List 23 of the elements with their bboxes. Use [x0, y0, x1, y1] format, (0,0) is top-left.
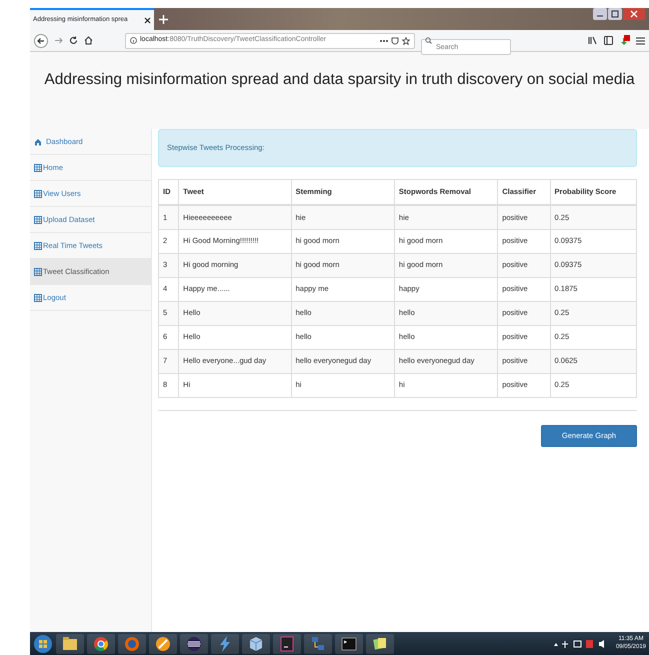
home-icon — [34, 138, 42, 146]
grid-icon — [34, 242, 42, 250]
sidebar-icon[interactable] — [604, 36, 613, 45]
back-icon[interactable] — [34, 34, 48, 48]
download-icon[interactable] — [619, 35, 630, 46]
reload-icon[interactable] — [69, 36, 78, 45]
plus-icon[interactable] — [159, 15, 168, 24]
star-icon[interactable] — [402, 36, 410, 44]
library-icon[interactable] — [588, 36, 598, 45]
home-icon[interactable] — [84, 36, 93, 45]
page-title: Addressing misinformation spread and data sparsity in truth discovery on social media — [43, 70, 636, 90]
grid-icon — [34, 190, 42, 198]
menu-icon[interactable] — [636, 36, 645, 44]
start-button[interactable] — [33, 634, 53, 654]
grid-icon — [34, 216, 42, 224]
info-icon[interactable] — [130, 37, 137, 44]
shield-icon[interactable] — [391, 36, 399, 44]
close-icon[interactable] — [144, 16, 151, 24]
window-controls-icon[interactable] — [593, 8, 645, 20]
grid-icon — [34, 164, 42, 172]
grid-icon — [34, 268, 42, 276]
forward-icon[interactable] — [54, 36, 63, 45]
grid-icon — [34, 294, 42, 302]
